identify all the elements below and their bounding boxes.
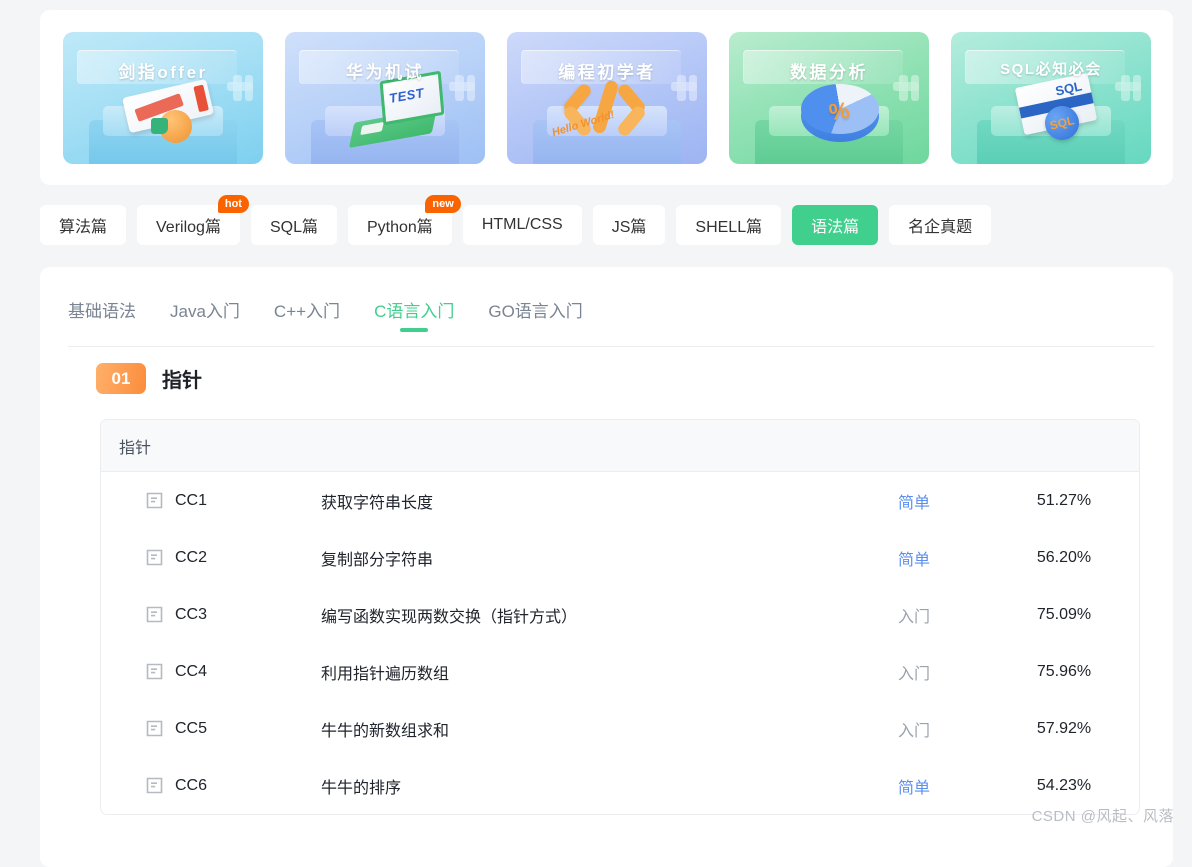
subnav-divider [68, 346, 1154, 347]
banner-card-huawei-jishi[interactable]: TEST 华为机试 [285, 32, 485, 164]
document-icon [146, 492, 163, 509]
ring-accent-icon [159, 110, 192, 143]
new-badge: new [425, 195, 460, 213]
difficulty-label: 入门 [839, 660, 989, 684]
problem-table: 指针 CC1 获取字符串长度 简单 51.27% CC2 复 [100, 419, 1140, 815]
language-subnav: 基础语法 Java入门 C++入门 C语言入门 GO语言入门 [68, 297, 583, 332]
table-row[interactable]: CC4 利用指针遍历数组 入门 75.96% [101, 643, 1139, 700]
subnav-item-go[interactable]: GO语言入门 [488, 297, 582, 332]
table-row[interactable]: CC3 编写函数实现两数交换（指针方式） 入门 75.09% [101, 586, 1139, 643]
pass-rate: 57.92% [989, 720, 1139, 738]
document-icon [146, 777, 163, 794]
pass-rate: 51.27% [989, 492, 1139, 510]
subnav-label: C语言入门 [374, 302, 454, 321]
problem-id: CC4 [175, 663, 207, 681]
category-tab-row: 算法篇 Verilog篇hot SQL篇 Python篇new HTML/CSS… [40, 205, 1150, 245]
difficulty-label: 入门 [839, 603, 989, 627]
tab-yufa[interactable]: 语法篇 [792, 205, 878, 245]
problem-id: CC3 [175, 606, 207, 624]
tab-label: 语法篇 [811, 213, 859, 237]
tab-html-css[interactable]: HTML/CSS [463, 205, 582, 245]
pass-rate: 75.96% [989, 663, 1139, 681]
banner-card-jianzhi-offer[interactable]: 剑指offer [63, 32, 263, 164]
tab-label: SHELL篇 [695, 213, 762, 237]
problem-title[interactable]: 复制部分字符串 [321, 546, 839, 570]
document-icon [146, 663, 163, 680]
difficulty-label: 简单 [839, 489, 989, 513]
document-icon [146, 720, 163, 737]
problem-id: CC2 [175, 549, 207, 567]
tab-verilog[interactable]: Verilog篇hot [137, 205, 240, 245]
problem-id: CC1 [175, 492, 207, 510]
banner-card-sql-essentials[interactable]: SQL SQL必知必会 [951, 32, 1151, 164]
problem-title[interactable]: 牛牛的新数组求和 [321, 717, 839, 741]
banner-card-data-analysis[interactable]: % 数据分析 [729, 32, 929, 164]
problem-id-cell: CC4 [101, 663, 321, 681]
problem-id-cell: CC2 [101, 549, 321, 567]
subnav-label: C++入门 [274, 302, 340, 321]
problem-title[interactable]: 编写函数实现两数交换（指针方式） [321, 603, 839, 627]
tab-label: 算法篇 [59, 213, 107, 237]
tab-shell[interactable]: SHELL篇 [676, 205, 781, 245]
subnav-item-cpp[interactable]: C++入门 [274, 297, 340, 332]
banner-card-programming-beginner[interactable]: Hello World! 编程初学者 [507, 32, 707, 164]
subnav-label: Java入门 [170, 302, 240, 321]
pass-rate: 54.23% [989, 777, 1139, 795]
subnav-item-c[interactable]: C语言入门 [374, 297, 454, 332]
difficulty-label: 简单 [839, 774, 989, 798]
tab-suanfa[interactable]: 算法篇 [40, 205, 126, 245]
problem-title[interactable]: 利用指针遍历数组 [321, 660, 839, 684]
tab-python[interactable]: Python篇new [348, 205, 452, 245]
banner-title: 编程初学者 [507, 58, 707, 83]
document-icon [146, 549, 163, 566]
banner-title: 数据分析 [729, 58, 929, 83]
table-header: 指针 [101, 420, 1139, 472]
tab-label: Python篇 [367, 213, 433, 237]
pass-rate: 56.20% [989, 549, 1139, 567]
document-icon [146, 606, 163, 623]
tab-label: JS篇 [612, 213, 647, 237]
problem-id-cell: CC5 [101, 720, 321, 738]
difficulty-label: 简单 [839, 546, 989, 570]
section-number-badge: 01 [96, 363, 146, 394]
hot-badge: hot [218, 195, 249, 213]
subnav-label: GO语言入门 [488, 302, 582, 321]
problem-id-cell: CC6 [101, 777, 321, 795]
banner-title: 华为机试 [285, 58, 485, 83]
tab-mingqi[interactable]: 名企真题 [889, 205, 991, 245]
table-row[interactable]: CC2 复制部分字符串 简单 56.20% [101, 529, 1139, 586]
problem-title[interactable]: 获取字符串长度 [321, 489, 839, 513]
problem-title[interactable]: 牛牛的排序 [321, 774, 839, 798]
banner-carousel: 剑指offer TEST 华为机试 Hello World! 编程初学者 % 数… [40, 10, 1173, 185]
table-row[interactable]: CC5 牛牛的新数组求和 入门 57.92% [101, 700, 1139, 757]
tab-label: 名企真题 [908, 213, 972, 237]
difficulty-label: 入门 [839, 717, 989, 741]
subnav-label: 基础语法 [68, 302, 136, 321]
section-header: 01 指针 [96, 363, 202, 394]
tab-label: SQL篇 [270, 213, 318, 237]
subnav-item-java[interactable]: Java入门 [170, 297, 240, 332]
tab-label: Verilog篇 [156, 213, 221, 237]
table-row[interactable]: CC6 牛牛的排序 简单 54.23% [101, 757, 1139, 814]
section-title: 指针 [162, 364, 202, 393]
problem-id: CC6 [175, 777, 207, 795]
csdn-watermark: CSDN @风起、风落 [1032, 805, 1174, 826]
problem-id-cell: CC1 [101, 492, 321, 510]
tab-label: HTML/CSS [482, 216, 563, 234]
tab-js[interactable]: JS篇 [593, 205, 666, 245]
tab-sql[interactable]: SQL篇 [251, 205, 337, 245]
table-header-label: 指针 [119, 434, 151, 458]
banner-title: 剑指offer [63, 58, 263, 83]
content-panel: 基础语法 Java入门 C++入门 C语言入门 GO语言入门 01 指针 指针 … [40, 267, 1173, 867]
problem-id-cell: CC3 [101, 606, 321, 624]
banner-title: SQL必知必会 [951, 58, 1151, 79]
pass-rate: 75.09% [989, 606, 1139, 624]
subnav-item-jichuyufa[interactable]: 基础语法 [68, 297, 136, 332]
percent-symbol: % [827, 96, 851, 126]
table-row[interactable]: CC1 获取字符串长度 简单 51.27% [101, 472, 1139, 529]
problem-id: CC5 [175, 720, 207, 738]
